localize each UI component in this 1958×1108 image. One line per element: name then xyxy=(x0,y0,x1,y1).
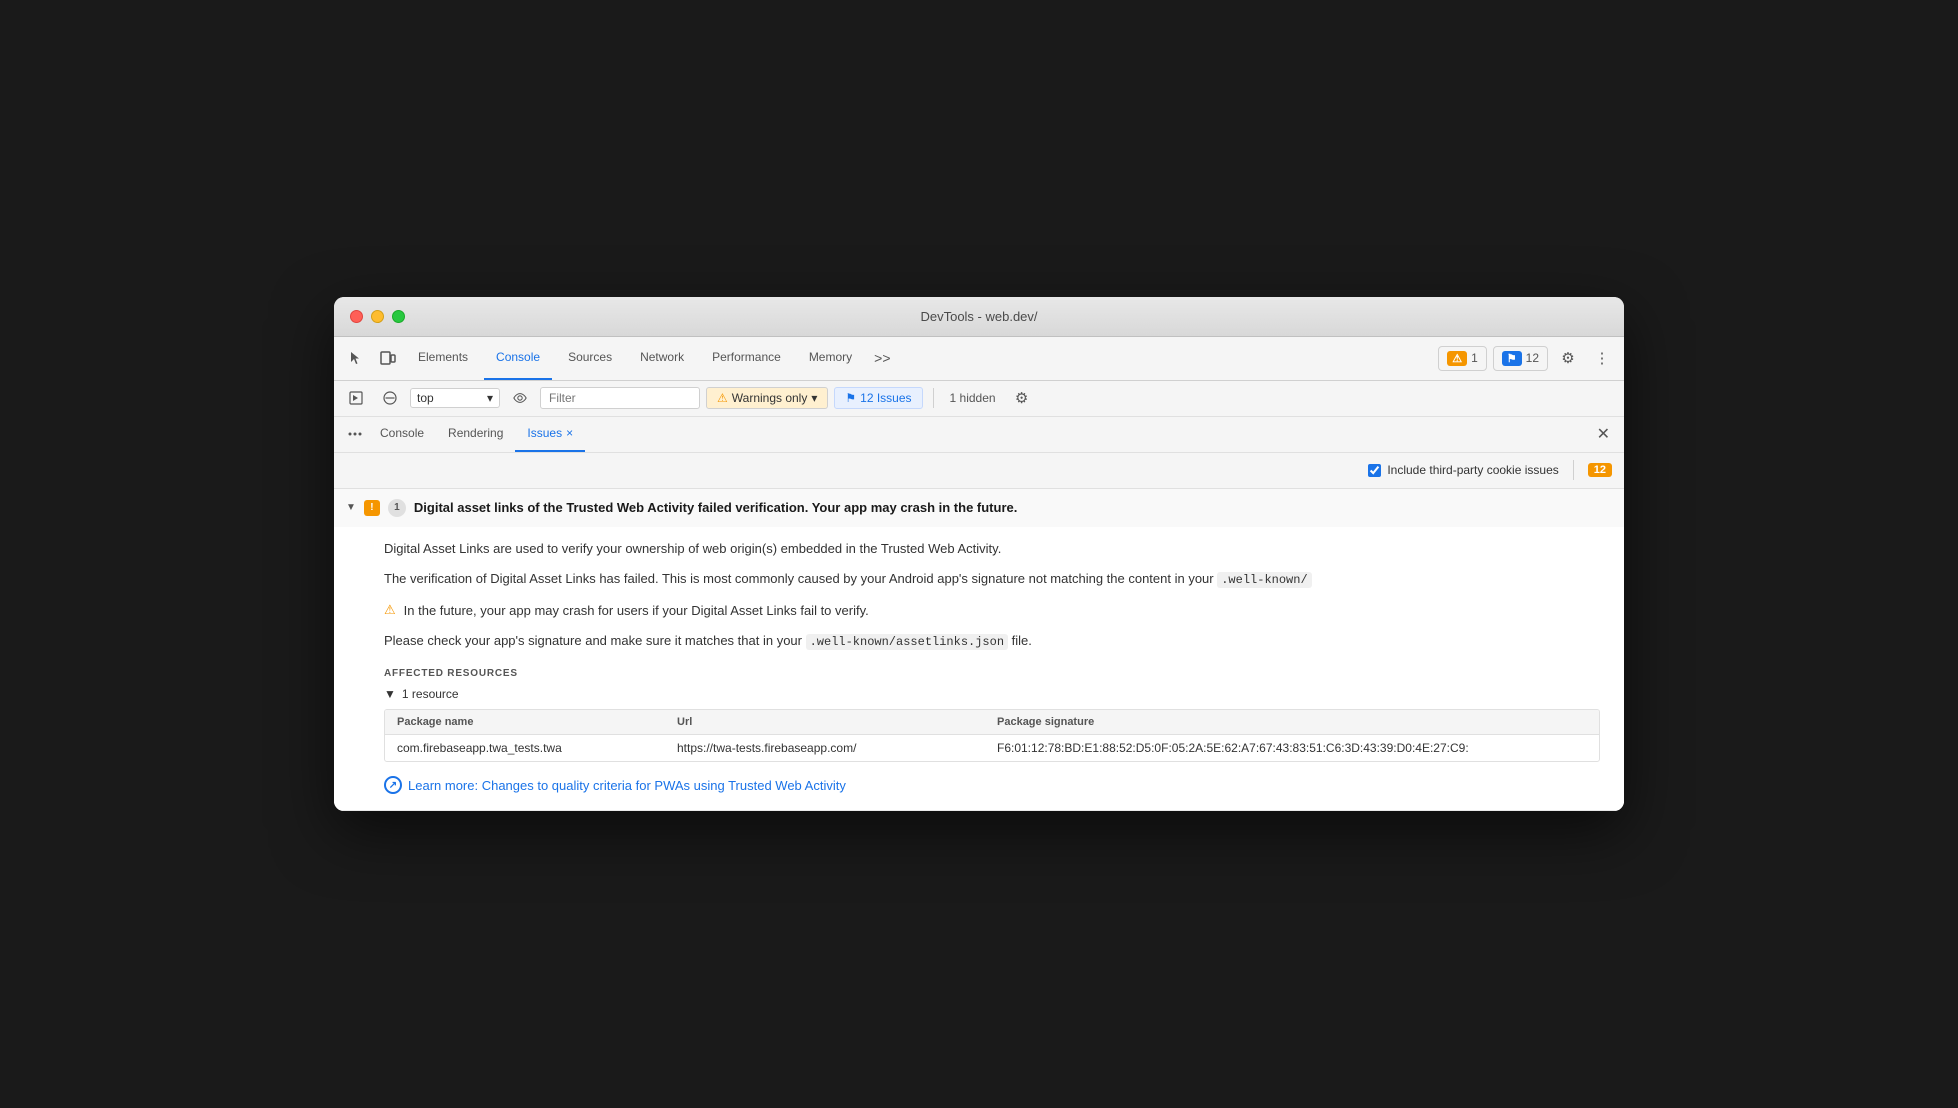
issues-count-button[interactable]: ⚑ 12 Issues xyxy=(834,387,922,409)
toolbar-separator-2 xyxy=(1573,460,1574,480)
tab-memory[interactable]: Memory xyxy=(797,336,864,380)
external-link-icon: ↗ xyxy=(384,776,402,794)
inspect-element-button[interactable] xyxy=(342,344,370,372)
third-party-cookie-label[interactable]: Include third-party cookie issues xyxy=(1368,463,1558,477)
drawer-more-button[interactable] xyxy=(342,423,368,445)
issue-title: Digital asset links of the Trusted Web A… xyxy=(414,500,1017,515)
affected-resources: AFFECTED RESOURCES ▼ 1 resource Package … xyxy=(384,668,1600,762)
issues-flag-icon: ⚑ xyxy=(1502,351,1522,366)
issues-count-badge: 12 xyxy=(1588,463,1612,477)
learn-more-link[interactable]: ↗ Learn more: Changes to quality criteri… xyxy=(384,776,1600,794)
tab-issues[interactable]: Issues × xyxy=(515,416,585,452)
gear-icon: ⚙ xyxy=(1561,349,1574,367)
title-bar: DevTools - web.dev/ xyxy=(334,297,1624,337)
no-entry-icon xyxy=(383,391,397,405)
issue-item: ▼ ! 1 Digital asset links of the Trusted… xyxy=(334,489,1624,812)
well-known-code: .well-known/ xyxy=(1217,572,1311,588)
filter-input[interactable] xyxy=(540,387,700,409)
eye-icon xyxy=(513,392,527,404)
issue-warning-icon: ! xyxy=(364,500,380,516)
warning-icon: ⚠ xyxy=(1447,351,1467,366)
resource-toggle[interactable]: ▼ 1 resource xyxy=(384,687,1600,701)
issue-header[interactable]: ▼ ! 1 Digital asset links of the Trusted… xyxy=(334,489,1624,527)
expand-chevron-icon: ▼ xyxy=(346,502,356,513)
warning-icon-sm: ⚠ xyxy=(384,602,396,618)
flag-icon: ⚑ xyxy=(845,391,856,405)
issue-body: Digital Asset Links are used to verify y… xyxy=(334,527,1624,811)
resource-table-header: Package name Url Package signature xyxy=(385,710,1599,735)
more-tabs-button[interactable]: >> xyxy=(868,346,896,370)
execute-icon xyxy=(349,391,363,405)
issue-note: Please check your app's signature and ma… xyxy=(384,631,1600,652)
eye-button[interactable] xyxy=(506,385,534,411)
resource-table-row: com.firebaseapp.twa_tests.twa https://tw… xyxy=(385,735,1599,761)
close-drawer-button[interactable]: ✕ xyxy=(1591,420,1616,448)
tab-elements[interactable]: Elements xyxy=(406,336,480,380)
issues-toolbar: Include third-party cookie issues 12 xyxy=(334,453,1624,489)
devtools-window: DevTools - web.dev/ Elements Console Sou… xyxy=(334,297,1624,812)
device-mode-button[interactable] xyxy=(374,344,402,372)
toolbar-separator xyxy=(933,388,934,408)
console-settings-button[interactable]: ⚙ xyxy=(1008,384,1036,412)
minimize-button[interactable] xyxy=(371,310,384,323)
assetlinks-code: .well-known/assetlinks.json xyxy=(806,634,1008,650)
cursor-icon xyxy=(348,350,364,366)
device-icon xyxy=(380,350,396,366)
settings-button[interactable]: ⚙ xyxy=(1554,344,1582,372)
maximize-button[interactable] xyxy=(392,310,405,323)
clear-console-button[interactable] xyxy=(376,385,404,411)
tab-rendering[interactable]: Rendering xyxy=(436,416,515,452)
tab-console-drawer[interactable]: Console xyxy=(368,416,436,452)
tab-network[interactable]: Network xyxy=(628,336,696,380)
tab-performance[interactable]: Performance xyxy=(700,336,793,380)
warning-triangle-icon: ⚠ xyxy=(717,391,728,405)
issue-desc-2: The verification of Digital Asset Links … xyxy=(384,569,1600,590)
resource-toggle-arrow: ▼ xyxy=(384,687,396,701)
issues-total-count: 12 xyxy=(1588,463,1612,477)
issue-warning-line: ⚠ In the future, your app may crash for … xyxy=(384,601,1600,622)
issue-desc-1: Digital Asset Links are used to verify y… xyxy=(384,539,1600,560)
dropdown-arrow-icon: ▾ xyxy=(487,391,493,405)
toolbar-right: ⚠ 1 ⚑ 12 ⚙ ⋮ xyxy=(1438,344,1616,372)
learn-more-anchor[interactable]: Learn more: Changes to quality criteria … xyxy=(408,778,846,793)
more-options-button[interactable]: ⋮ xyxy=(1588,344,1616,372)
log-level-dropdown[interactable]: ⚠ Warnings only ▾ xyxy=(706,387,828,409)
resource-table: Package name Url Package signature com.f… xyxy=(384,709,1600,762)
hidden-count: 1 hidden xyxy=(944,391,1002,405)
warnings-button[interactable]: ⚠ 1 xyxy=(1438,346,1487,371)
issues-button[interactable]: ⚑ 12 xyxy=(1493,346,1548,371)
gear-icon: ⚙ xyxy=(1015,389,1028,407)
drawer-tabs: Console Rendering Issues × ✕ xyxy=(334,417,1624,453)
close-tab-icon[interactable]: × xyxy=(566,426,573,440)
issue-count-circle: 1 xyxy=(388,499,406,517)
affected-label: AFFECTED RESOURCES xyxy=(384,668,1600,679)
console-toolbar: top ▾ ⚠ Warnings only ▾ ⚑ 12 Issues 1 hi… xyxy=(334,381,1624,417)
issues-content: ▼ ! 1 Digital asset links of the Trusted… xyxy=(334,489,1624,812)
window-title: DevTools - web.dev/ xyxy=(920,309,1037,324)
execute-context-button[interactable] xyxy=(342,385,370,411)
main-toolbar: Elements Console Sources Network Perform… xyxy=(334,337,1624,381)
close-icon: ✕ xyxy=(1597,426,1610,443)
tab-sources[interactable]: Sources xyxy=(556,336,624,380)
tab-console[interactable]: Console xyxy=(484,336,552,380)
traffic-lights xyxy=(350,310,405,323)
third-party-cookie-checkbox[interactable] xyxy=(1368,464,1381,477)
close-button[interactable] xyxy=(350,310,363,323)
three-dots-icon xyxy=(348,427,362,441)
issue-warning-text: In the future, your app may crash for us… xyxy=(404,601,869,622)
execution-context-selector[interactable]: top ▾ xyxy=(410,388,500,408)
dropdown-arrow-icon: ▾ xyxy=(811,391,817,405)
kebab-icon: ⋮ xyxy=(1595,349,1610,367)
